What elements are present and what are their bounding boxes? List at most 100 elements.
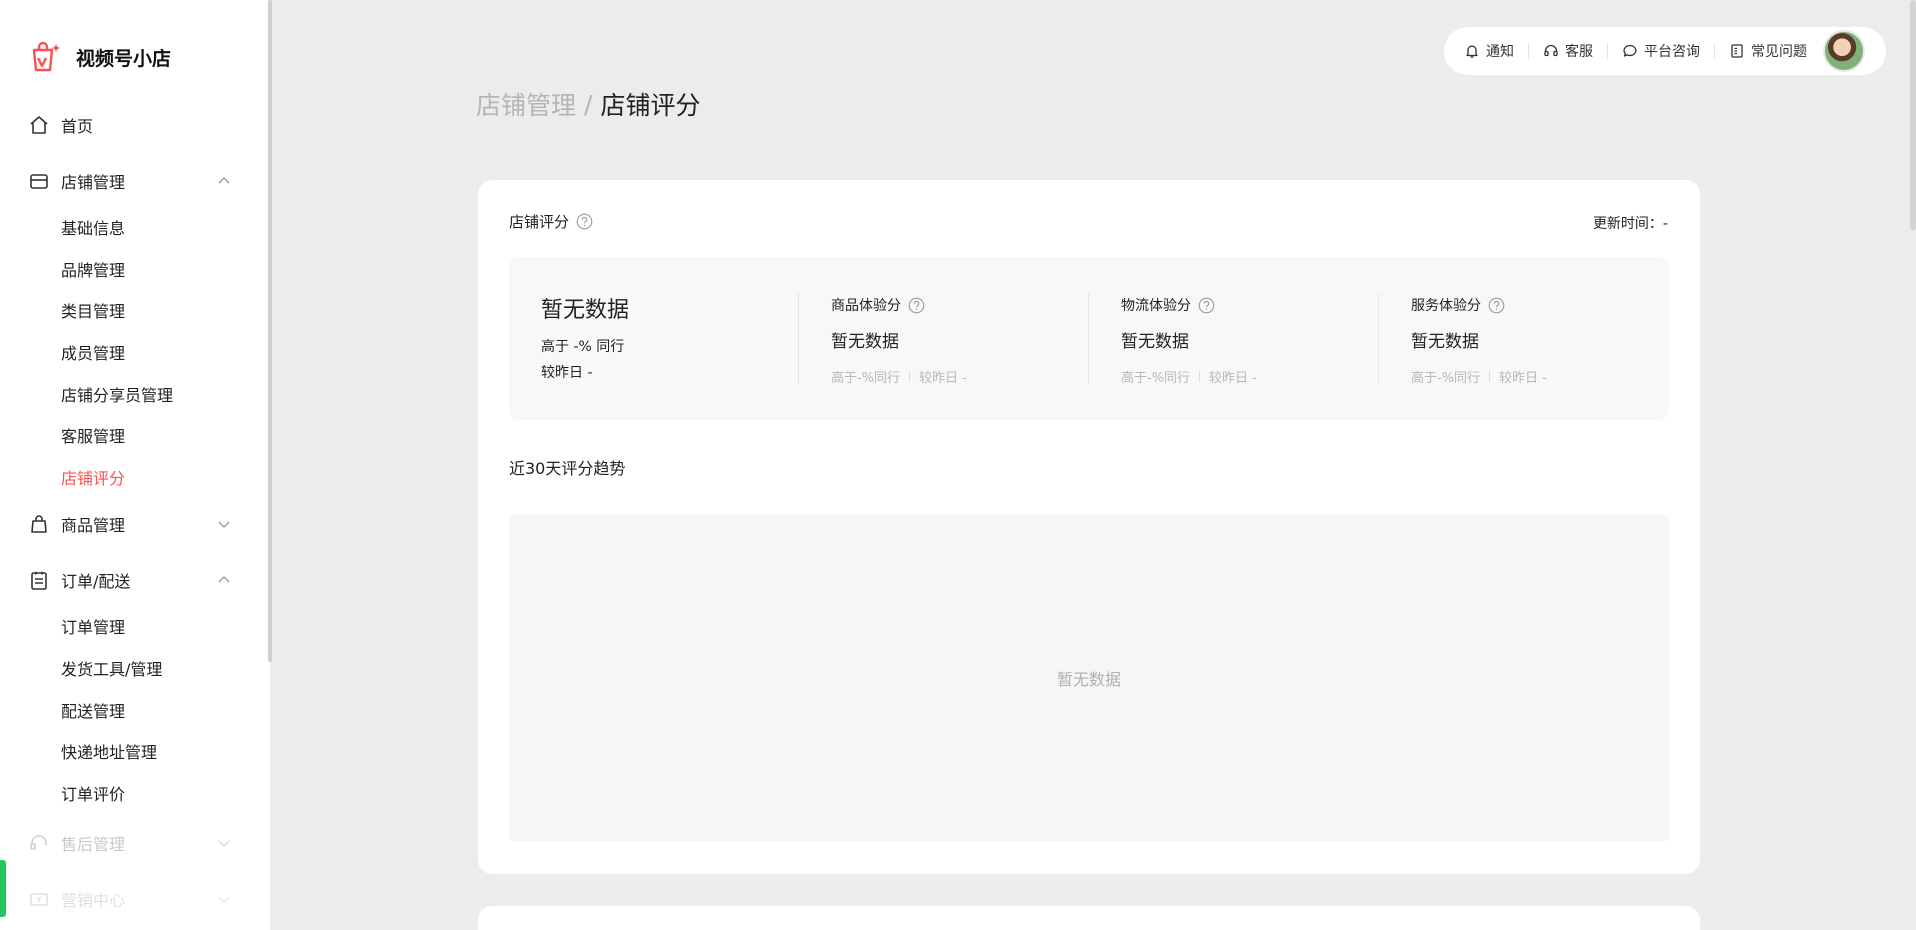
floating-indicator[interactable]	[0, 860, 6, 917]
sub-shipping-tools[interactable]: 发货工具/管理	[61, 658, 162, 682]
nav-product-management[interactable]: 商品管理	[0, 504, 268, 544]
card-title: 店铺评分	[509, 211, 593, 232]
top-toolbar: 通知 客服 平台咨询 常见问题	[1444, 27, 1886, 75]
breadcrumb-separator: /	[584, 89, 593, 119]
metric-compare: 较昨日 -	[1209, 371, 1257, 386]
nav-marketing-center[interactable]: 营销中心	[0, 879, 268, 919]
overall-score: 暂无数据 高于 -% 同行 较昨日 -	[541, 292, 629, 382]
nav-after-sales-label: 售后管理	[61, 835, 126, 854]
metric-value: 暂无数据	[831, 332, 899, 352]
help-icon[interactable]	[1198, 297, 1215, 314]
sub-member-management[interactable]: 成员管理	[61, 342, 125, 366]
nav-store-management[interactable]: 店铺管理	[0, 161, 268, 201]
store-icon	[28, 170, 50, 192]
sub-basic-info[interactable]: 基础信息	[61, 217, 125, 241]
sub-divider	[1489, 371, 1491, 382]
help-icon[interactable]	[1488, 297, 1505, 314]
metric-compare: 较昨日 -	[1499, 371, 1547, 386]
sidebar-scrollbar[interactable]	[268, 0, 272, 662]
logistics-experience-metric: 物流体验分 暂无数据 高于-%同行 较昨日 -	[1121, 295, 1257, 386]
metric-label: 物流体验分	[1121, 295, 1257, 315]
help-icon[interactable]	[576, 213, 593, 230]
bell-icon	[1466, 45, 1478, 58]
metric-label-text: 物流体验分	[1121, 298, 1191, 314]
headset-icon	[1544, 44, 1558, 57]
document-icon	[1731, 44, 1743, 58]
nav-store-management-label: 店铺管理	[61, 173, 126, 192]
metric-label-text: 服务体验分	[1411, 298, 1481, 314]
platform-consult-button[interactable]: 平台咨询	[1622, 41, 1700, 61]
nav-home[interactable]: 首页	[0, 105, 268, 145]
home-icon	[28, 114, 50, 136]
toolbar-divider	[1607, 43, 1608, 59]
sub-order-management[interactable]: 订单管理	[61, 616, 125, 640]
shop-logo-icon	[32, 41, 60, 72]
headset-icon	[28, 832, 50, 854]
metric-compare: 较昨日 -	[919, 371, 967, 386]
app-name: 视频号小店	[76, 47, 172, 70]
metric-label-text: 商品体验分	[831, 298, 901, 314]
sub-delivery-management[interactable]: 配送管理	[61, 700, 125, 724]
breadcrumb-parent[interactable]: 店铺管理	[476, 86, 576, 122]
overall-score-value: 暂无数据	[541, 298, 630, 323]
card-title-text: 店铺评分	[509, 213, 570, 231]
overall-peer-line: 高于 -% 同行	[541, 339, 625, 355]
score-panel: 暂无数据 高于 -% 同行 较昨日 - 商品体验分 暂无数据 高于-%同行 较昨…	[509, 257, 1669, 420]
help-icon[interactable]	[908, 297, 925, 314]
chevron-up-icon[interactable]	[216, 173, 232, 189]
metric-value: 暂无数据	[1121, 332, 1189, 352]
faq-button[interactable]: 常见问题	[1729, 41, 1807, 61]
metric-value: 暂无数据	[1411, 332, 1479, 352]
sub-category-management[interactable]: 类目管理	[61, 300, 125, 324]
metric-divider	[798, 293, 799, 385]
clipboard-icon	[28, 569, 50, 591]
sub-divider	[1199, 371, 1201, 382]
page-scrollbar[interactable]	[1910, 0, 1916, 230]
app-logo[interactable]: 视频号小店	[30, 38, 171, 76]
nav-after-sales[interactable]: 售后管理	[0, 823, 268, 863]
sub-order-reviews[interactable]: 订单评价	[61, 783, 125, 807]
breadcrumb: 店铺管理 / 店铺评分	[476, 86, 700, 122]
customer-service-label: 客服	[1565, 44, 1593, 60]
metric-sub: 高于-%同行 较昨日 -	[1411, 367, 1547, 386]
metric-peer: 高于-%同行	[831, 371, 901, 386]
avatar[interactable]	[1823, 30, 1865, 72]
chevron-up-icon[interactable]	[216, 572, 232, 588]
sub-brand-management[interactable]: 品牌管理	[61, 259, 125, 283]
metric-divider	[1378, 293, 1379, 385]
sub-store-rating[interactable]: 店铺评分	[61, 467, 125, 491]
product-experience-metric: 商品体验分 暂无数据 高于-%同行 较昨日 -	[831, 295, 967, 386]
next-card	[478, 906, 1700, 930]
sub-sharer-management[interactable]: 店铺分享员管理	[61, 384, 173, 408]
notifications-label: 通知	[1486, 44, 1514, 60]
sub-customer-service[interactable]: 客服管理	[61, 425, 125, 449]
sub-courier-address[interactable]: 快递地址管理	[61, 741, 157, 765]
chevron-down-icon[interactable]	[216, 891, 232, 907]
metric-sub: 高于-%同行 较昨日 -	[831, 367, 967, 386]
chevron-down-icon[interactable]	[216, 516, 232, 532]
nav-order-delivery[interactable]: 订单/配送	[0, 560, 268, 600]
ticket-icon	[28, 888, 50, 910]
faq-label: 常见问题	[1751, 44, 1807, 60]
service-experience-metric: 服务体验分 暂无数据 高于-%同行 较昨日 -	[1411, 295, 1547, 386]
nav-home-label: 首页	[61, 117, 94, 136]
page-title: 店铺评分	[600, 91, 701, 120]
chevron-down-icon[interactable]	[216, 835, 232, 851]
metric-sub: 高于-%同行 较昨日 -	[1121, 367, 1257, 386]
overall-compare-line: 较昨日 -	[541, 365, 593, 381]
metric-divider	[1088, 293, 1089, 385]
store-rating-card: 店铺评分 更新时间：- 暂无数据 高于 -% 同行 较昨日 - 商品体验分 暂无…	[478, 180, 1700, 874]
toolbar-divider	[1714, 43, 1715, 59]
notifications-button[interactable]: 通知	[1464, 41, 1514, 61]
customer-service-button[interactable]: 客服	[1543, 41, 1593, 61]
metric-label: 商品体验分	[831, 295, 967, 315]
platform-consult-label: 平台咨询	[1644, 44, 1700, 60]
nav-order-delivery-label: 订单/配送	[61, 572, 131, 591]
sub-divider	[909, 371, 911, 382]
trend-chart-area: 暂无数据	[509, 515, 1669, 841]
toolbar-divider	[1528, 43, 1529, 59]
trend-empty-text: 暂无数据	[1056, 670, 1121, 689]
metric-label: 服务体验分	[1411, 295, 1547, 315]
update-time: 更新时间：-	[1592, 216, 1668, 232]
bag-icon	[28, 513, 50, 535]
